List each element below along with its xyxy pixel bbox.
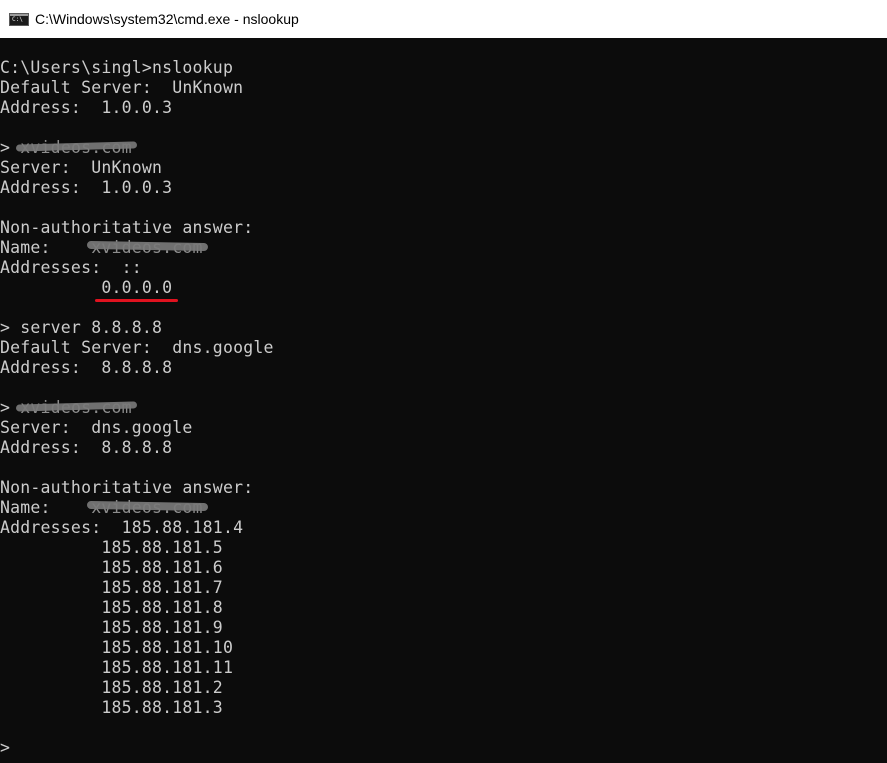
console-line: Address: 1.0.0.3: [0, 178, 173, 197]
console-output[interactable]: C:\Users\singl>nslookup Default Server: …: [0, 58, 887, 763]
window-title: C:\Windows\system32\cmd.exe - nslookup: [35, 11, 299, 27]
console-line: Addresses: 185.88.181.4: [0, 518, 244, 537]
cmd-window-icon[interactable]: C:\: [9, 12, 29, 26]
redacted-domain: xvideos.com: [20, 138, 132, 157]
redacted-domain: xvideos.com: [20, 398, 132, 417]
console-line: 185.88.181.6: [0, 558, 223, 577]
console-line: > server 8.8.8.8: [0, 318, 163, 337]
console-line: 185.88.181.7: [0, 578, 223, 597]
console-line: Default Server: dns.google: [0, 338, 274, 357]
console-line-query: > xvideos.com: [0, 398, 132, 417]
console-line: Default Server: UnKnown: [0, 78, 244, 97]
console-line: Addresses: ::: [0, 258, 142, 277]
console-line: 185.88.181.3: [0, 698, 223, 717]
console-line-query: > xvideos.com: [0, 138, 132, 157]
console-line: C:\Users\singl>nslookup: [0, 58, 234, 77]
console-line: 185.88.181.2: [0, 678, 223, 697]
console-line: 185.88.181.9: [0, 618, 223, 637]
redacted-domain: xvideos.com: [91, 238, 203, 257]
console-line: Non-authoritative answer:: [0, 218, 254, 237]
console-line: Address: 8.8.8.8: [0, 358, 173, 377]
console-line: 185.88.181.8: [0, 598, 223, 617]
console-line-name: Name: xvideos.com: [0, 498, 203, 517]
console-line: Address: 1.0.0.3: [0, 98, 173, 117]
console-line: 185.88.181.11: [0, 658, 234, 677]
console-line: 185.88.181.10: [0, 638, 234, 657]
console-prompt[interactable]: >: [0, 738, 887, 758]
redacted-domain: xvideos.com: [91, 498, 203, 517]
console-line-name: Name: xvideos.com: [0, 238, 203, 257]
red-underline-annotation: 0.0.0.0: [95, 278, 179, 302]
console-line: Non-authoritative answer:: [0, 478, 254, 497]
console-line: 185.88.181.5: [0, 538, 223, 557]
console-line: Address: 8.8.8.8: [0, 438, 173, 457]
console-line-highlighted: 0.0.0.0: [0, 278, 887, 302]
window-titlebar[interactable]: C:\ C:\Windows\system32\cmd.exe - nslook…: [0, 0, 887, 38]
console-line: Server: dns.google: [0, 418, 193, 437]
console-line: Server: UnKnown: [0, 158, 163, 177]
